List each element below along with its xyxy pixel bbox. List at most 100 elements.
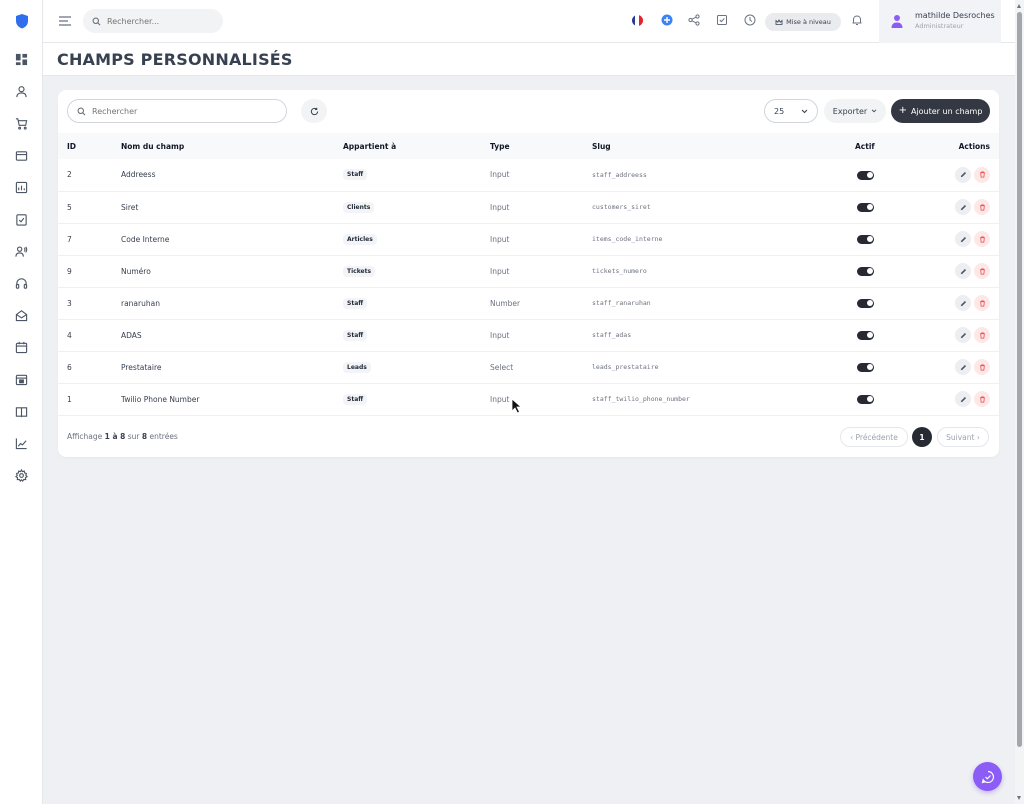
table-row[interactable]: 2 Addreess Staff Input staff_addreess bbox=[58, 159, 999, 191]
col-header-type[interactable]: Type bbox=[490, 133, 592, 159]
per-page-select[interactable]: 25 bbox=[764, 99, 818, 123]
active-toggle[interactable] bbox=[857, 170, 874, 180]
table-row[interactable]: 7 Code Interne Articles Input items_code_int… bbox=[58, 223, 999, 255]
active-toggle[interactable] bbox=[857, 362, 874, 372]
edit-button[interactable] bbox=[955, 359, 971, 375]
entity-badge: Staff bbox=[343, 297, 368, 309]
book-icon[interactable] bbox=[12, 402, 30, 420]
previous-page-button[interactable]: ‹ Précédente bbox=[840, 427, 908, 447]
cell-actions bbox=[925, 383, 999, 415]
table-row[interactable]: 5 Siret Clients Input customers_siret bbox=[58, 191, 999, 223]
cell-name: Siret bbox=[121, 202, 139, 212]
chat-button[interactable] bbox=[973, 762, 1002, 791]
add-field-label: Ajouter un champ bbox=[910, 106, 983, 116]
logo-icon[interactable] bbox=[14, 13, 30, 29]
page-1-button[interactable]: 1 bbox=[912, 427, 932, 447]
refresh-button[interactable] bbox=[301, 99, 327, 123]
cell-belongs: Staff bbox=[343, 383, 490, 415]
pencil-icon bbox=[960, 236, 966, 242]
cell-slug: staff_twilio_phone_number bbox=[592, 395, 690, 403]
page-scrollbar[interactable] bbox=[1015, 0, 1024, 804]
checkbox-icon[interactable] bbox=[714, 12, 730, 28]
delete-button[interactable] bbox=[974, 166, 990, 183]
scroll-up-arrow-icon[interactable] bbox=[1017, 4, 1021, 8]
plus-circle-icon[interactable] bbox=[659, 12, 675, 28]
calendar-icon[interactable] bbox=[12, 338, 30, 356]
edit-button[interactable] bbox=[955, 391, 971, 407]
calendar-check-icon[interactable] bbox=[12, 370, 30, 388]
table-row[interactable]: 6 Prestataire Leads Select leads_prestataire bbox=[58, 351, 999, 383]
edit-button[interactable] bbox=[955, 231, 971, 247]
clipboard-check-icon[interactable] bbox=[12, 210, 30, 228]
delete-button[interactable] bbox=[974, 327, 990, 343]
table-search-input[interactable] bbox=[92, 106, 272, 116]
cell-type: Input bbox=[490, 202, 510, 212]
cell-type: Input bbox=[490, 170, 510, 180]
bell-icon[interactable] bbox=[849, 12, 865, 28]
avatar bbox=[891, 15, 903, 28]
cell-name: Code Interne bbox=[121, 234, 170, 244]
add-field-button[interactable]: + Ajouter un champ bbox=[891, 99, 990, 123]
mouse-cursor-icon bbox=[511, 398, 523, 414]
user-icon[interactable] bbox=[12, 82, 30, 100]
col-header-active[interactable]: Actif bbox=[855, 133, 925, 159]
active-toggle[interactable] bbox=[857, 234, 874, 244]
active-toggle[interactable] bbox=[857, 266, 874, 276]
next-page-button[interactable]: Suivant › bbox=[937, 427, 989, 447]
menu-icon[interactable] bbox=[58, 14, 72, 28]
edit-button[interactable] bbox=[955, 199, 971, 215]
table-row[interactable]: 3 ranaruhan Staff Number staff_ranaruhan bbox=[58, 287, 999, 319]
delete-button[interactable] bbox=[974, 359, 990, 375]
clock-icon[interactable] bbox=[742, 12, 758, 28]
users-icon[interactable] bbox=[12, 242, 30, 260]
delete-button[interactable] bbox=[974, 231, 990, 247]
table-row[interactable]: 9 Numéro Tickets Input tickets_numero bbox=[58, 255, 999, 287]
dashboard-icon[interactable] bbox=[12, 50, 30, 68]
active-toggle[interactable] bbox=[857, 202, 874, 212]
col-header-name[interactable]: Nom du champ bbox=[121, 133, 343, 159]
cell-active bbox=[855, 383, 925, 415]
search-icon bbox=[92, 17, 101, 25]
col-header-id[interactable]: ID bbox=[58, 133, 121, 159]
table-search-box[interactable] bbox=[67, 99, 287, 123]
top-search-input[interactable] bbox=[107, 16, 207, 26]
scroll-down-arrow-icon[interactable] bbox=[1017, 796, 1021, 800]
table-row[interactable]: 1 Twilio Phone Number Staff Input staff_twil… bbox=[58, 383, 999, 415]
trash-icon bbox=[979, 363, 985, 371]
user-menu[interactable]: mathilde Desroches Administrateur bbox=[879, 0, 1001, 43]
headset-icon[interactable] bbox=[12, 274, 30, 292]
col-header-belongs[interactable]: Appartient à bbox=[343, 133, 490, 159]
french-flag-icon[interactable] bbox=[629, 12, 645, 28]
share-icon[interactable] bbox=[686, 12, 702, 28]
delete-button[interactable] bbox=[974, 199, 990, 215]
cell-slug: staff_adas bbox=[592, 331, 632, 339]
scroll-thumb[interactable] bbox=[1017, 12, 1022, 747]
edit-button[interactable] bbox=[955, 263, 971, 279]
report-icon[interactable] bbox=[12, 178, 30, 196]
pencil-icon bbox=[960, 300, 966, 306]
cell-id: 4 bbox=[67, 330, 72, 340]
upgrade-button[interactable]: Mise à niveau bbox=[765, 13, 841, 31]
table-row[interactable]: 4 ADAS Staff Input staff_adas bbox=[58, 319, 999, 351]
entity-badge: Tickets bbox=[343, 265, 376, 277]
delete-button[interactable] bbox=[974, 391, 990, 407]
active-toggle[interactable] bbox=[857, 394, 874, 404]
settings-icon[interactable] bbox=[12, 466, 30, 484]
active-toggle[interactable] bbox=[857, 330, 874, 340]
cell-actions bbox=[925, 287, 999, 319]
wallet-icon[interactable] bbox=[12, 146, 30, 164]
top-search-box[interactable] bbox=[83, 9, 223, 33]
mail-open-icon[interactable] bbox=[12, 306, 30, 324]
delete-button[interactable] bbox=[974, 263, 990, 279]
active-toggle[interactable] bbox=[857, 298, 874, 308]
edit-button[interactable] bbox=[955, 166, 971, 183]
delete-button[interactable] bbox=[974, 295, 990, 311]
edit-button[interactable] bbox=[955, 327, 971, 343]
chart-line-icon[interactable] bbox=[12, 434, 30, 452]
col-header-slug[interactable]: Slug bbox=[592, 133, 855, 159]
cell-slug: staff_addreess bbox=[592, 170, 647, 179]
export-button[interactable]: Exporter bbox=[824, 99, 886, 123]
edit-button[interactable] bbox=[955, 295, 971, 311]
table-header-row: ID Nom du champ Appartient à Type Slug A… bbox=[58, 133, 999, 159]
cart-icon[interactable] bbox=[12, 114, 30, 132]
